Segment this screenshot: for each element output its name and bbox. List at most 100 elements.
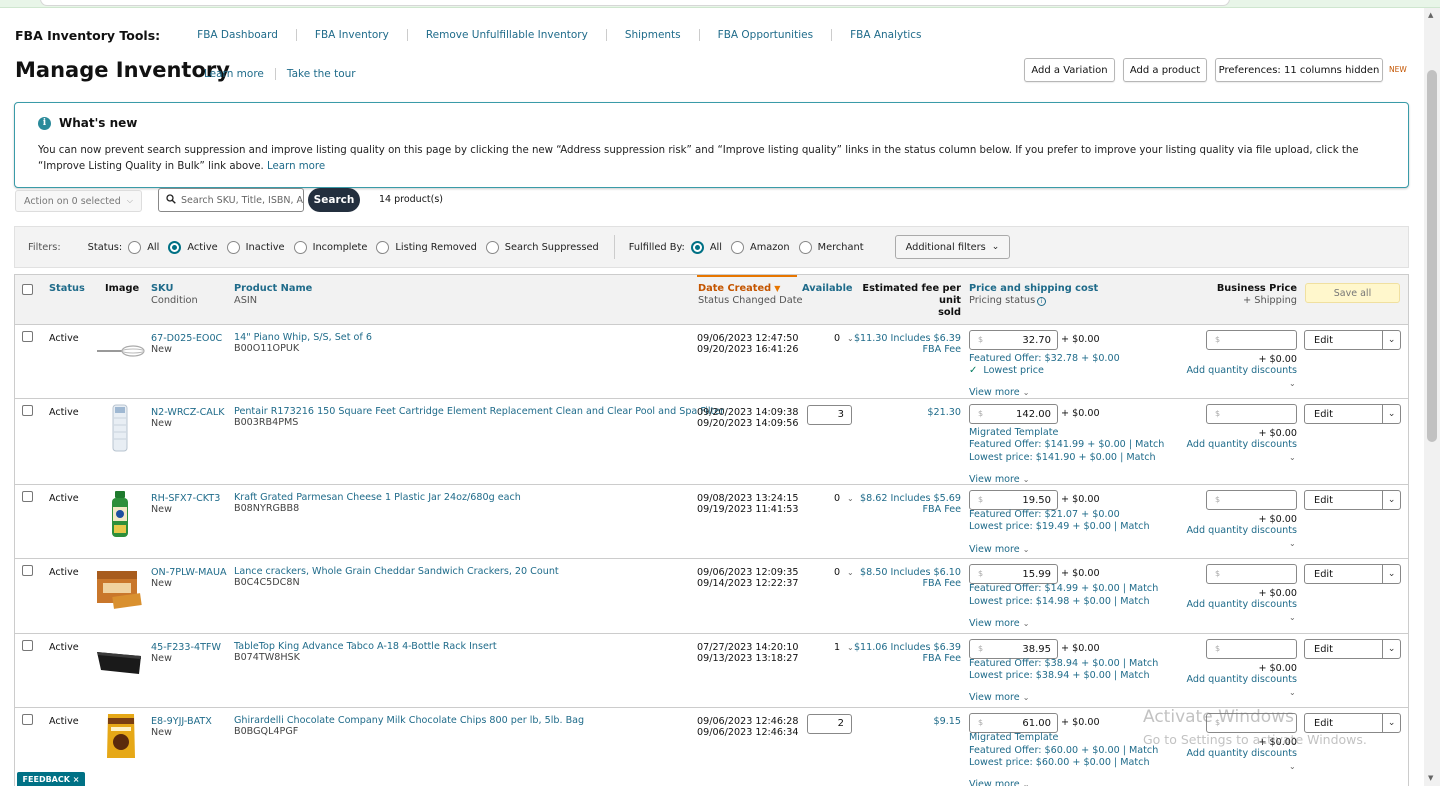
chevron-down-icon[interactable]: ⌄ bbox=[1289, 612, 1296, 623]
close-icon[interactable]: × bbox=[73, 775, 80, 784]
feedback-button[interactable]: FEEDBACK × bbox=[17, 772, 85, 786]
add-product-button[interactable]: Add a product bbox=[1123, 58, 1207, 82]
status-filter-incomplete[interactable]: Incomplete bbox=[293, 240, 367, 254]
row-checkbox[interactable] bbox=[22, 640, 33, 651]
header-product-name[interactable]: Product Name ASIN bbox=[234, 283, 312, 307]
row-product-name[interactable]: Lance crackers, Whole Grain Cheddar Sand… bbox=[234, 566, 559, 577]
business-price-input[interactable]: $ bbox=[1206, 490, 1297, 510]
product-image[interactable] bbox=[95, 565, 143, 611]
chevron-down-icon[interactable]: ⌄ bbox=[1382, 565, 1400, 583]
chevron-down-icon[interactable]: ⌄ bbox=[847, 567, 854, 578]
tool-fba-opportunities[interactable]: FBA Opportunities bbox=[698, 29, 831, 41]
product-image[interactable] bbox=[109, 489, 131, 539]
edit-button[interactable]: Edit ⌄ bbox=[1304, 404, 1401, 424]
row-sku[interactable]: 67-D025-EO0C bbox=[151, 333, 222, 344]
row-checkbox[interactable] bbox=[22, 331, 33, 342]
scroll-down-icon[interactable]: ▼ bbox=[1428, 774, 1433, 782]
chevron-down-icon[interactable]: ⌄ bbox=[1289, 761, 1296, 772]
take-tour-link[interactable]: Take the tour bbox=[287, 68, 356, 80]
add-quantity-discounts-link[interactable]: Add quantity discounts bbox=[1187, 599, 1298, 610]
quantity-input[interactable]: 2 bbox=[807, 714, 852, 734]
featured-offer[interactable]: Featured Offer: $14.99 + $0.00 | Match bbox=[969, 583, 1158, 594]
product-image[interactable] bbox=[109, 403, 131, 453]
business-price-input[interactable]: $ bbox=[1206, 564, 1297, 584]
search-input[interactable]: Search SKU, Title, ISBN, A bbox=[158, 188, 304, 212]
row-checkbox[interactable] bbox=[22, 565, 33, 576]
add-quantity-discounts-link[interactable]: Add quantity discounts bbox=[1187, 439, 1298, 450]
product-image[interactable] bbox=[105, 712, 137, 760]
header-available[interactable]: Available bbox=[802, 283, 853, 295]
learn-more-link[interactable]: Learn more bbox=[204, 68, 264, 80]
additional-filters-button[interactable]: Additional filters ⌄ bbox=[894, 235, 1011, 259]
chevron-down-icon[interactable]: ⌄ bbox=[847, 333, 854, 344]
business-price-input[interactable]: $ bbox=[1206, 404, 1297, 424]
row-sku[interactable]: ON-7PLW-MAUA bbox=[151, 567, 227, 578]
save-all-button[interactable]: Save all bbox=[1305, 283, 1400, 303]
chevron-down-icon[interactable]: ⌄ bbox=[1382, 331, 1400, 349]
view-more-link[interactable]: View more ⌄ bbox=[969, 779, 1029, 786]
status-filter-inactive[interactable]: Inactive bbox=[226, 240, 285, 254]
quantity-input[interactable]: 3 bbox=[807, 405, 852, 425]
chevron-down-icon[interactable]: ⌄ bbox=[1289, 378, 1296, 389]
add-quantity-discounts-link[interactable]: Add quantity discounts bbox=[1187, 748, 1298, 759]
view-more-link[interactable]: View more ⌄ bbox=[969, 544, 1029, 555]
vertical-scrollbar[interactable]: ▲ ▼ bbox=[1424, 8, 1440, 786]
scroll-up-icon[interactable]: ▲ bbox=[1428, 11, 1433, 19]
add-variation-button[interactable]: Add a Variation bbox=[1024, 58, 1115, 82]
row-sku[interactable]: 45-F233-4TFW bbox=[151, 642, 221, 653]
edit-button[interactable]: Edit ⌄ bbox=[1304, 564, 1401, 584]
chevron-down-icon[interactable]: ⌄ bbox=[1289, 687, 1296, 698]
add-quantity-discounts-link[interactable]: Add quantity discounts bbox=[1187, 674, 1298, 685]
chevron-down-icon[interactable]: ⌄ bbox=[1289, 452, 1296, 463]
lowest-price[interactable]: Lowest price: $14.98 + $0.00 | Match bbox=[969, 596, 1150, 607]
search-button[interactable]: Search bbox=[308, 188, 360, 212]
chevron-down-icon[interactable]: ⌄ bbox=[1382, 640, 1400, 658]
product-image[interactable] bbox=[95, 341, 145, 361]
price-input[interactable]: $19.50 bbox=[969, 490, 1058, 510]
business-price-input[interactable]: $ bbox=[1206, 713, 1297, 733]
featured-offer[interactable]: Featured Offer: $38.94 + $0.00 | Match bbox=[969, 658, 1158, 669]
status-filter-active[interactable]: Active bbox=[168, 240, 218, 254]
add-quantity-discounts-link[interactable]: Add quantity discounts bbox=[1187, 365, 1298, 376]
row-product-name[interactable]: TableTop King Advance Tabco A-18 4-Bottl… bbox=[234, 641, 497, 652]
row-product-name[interactable]: Ghirardelli Chocolate Company Milk Choco… bbox=[234, 715, 584, 726]
row-sku[interactable]: N2-WRCZ-CALK bbox=[151, 407, 225, 418]
row-checkbox[interactable] bbox=[22, 491, 33, 502]
business-price-input[interactable]: $ bbox=[1206, 330, 1297, 350]
row-sku[interactable]: E8-9YJJ-BATX bbox=[151, 716, 212, 727]
tool-fba-analytics[interactable]: FBA Analytics bbox=[831, 29, 939, 41]
select-all-checkbox[interactable] bbox=[22, 284, 33, 295]
tool-fba-dashboard[interactable]: FBA Dashboard bbox=[188, 29, 296, 41]
price-input[interactable]: $61.00 bbox=[969, 713, 1058, 733]
price-input[interactable]: $32.70 bbox=[969, 330, 1058, 350]
view-more-link[interactable]: View more ⌄ bbox=[969, 618, 1029, 629]
row-product-name[interactable]: Kraft Grated Parmesan Cheese 1 Plastic J… bbox=[234, 492, 521, 503]
edit-button[interactable]: Edit ⌄ bbox=[1304, 713, 1401, 733]
add-quantity-discounts-link[interactable]: Add quantity discounts bbox=[1187, 525, 1298, 536]
lowest-price[interactable]: Lowest price: $141.90 + $0.00 | Match bbox=[969, 452, 1156, 463]
bulk-action-select[interactable]: Action on 0 selected ⌵ bbox=[15, 190, 142, 212]
edit-button[interactable]: Edit ⌄ bbox=[1304, 490, 1401, 510]
view-more-link[interactable]: View more ⌄ bbox=[969, 474, 1029, 485]
fulfilled-filter-all[interactable]: All bbox=[690, 240, 722, 254]
header-sku[interactable]: SKU Condition bbox=[151, 283, 198, 307]
price-input[interactable]: $38.95 bbox=[969, 639, 1058, 659]
edit-button[interactable]: Edit ⌄ bbox=[1304, 639, 1401, 659]
status-filter-search-suppressed[interactable]: Search Suppressed bbox=[485, 240, 599, 254]
edit-button[interactable]: Edit ⌄ bbox=[1304, 330, 1401, 350]
view-more-link[interactable]: View more ⌄ bbox=[969, 387, 1029, 398]
lowest-price[interactable]: Lowest price: $38.94 + $0.00 | Match bbox=[969, 670, 1150, 681]
status-filter-listing-removed[interactable]: Listing Removed bbox=[376, 240, 477, 254]
row-sku[interactable]: RH-SFX7-CKT3 bbox=[151, 493, 220, 504]
header-price[interactable]: Price and shipping cost Pricing status i bbox=[969, 283, 1098, 307]
chevron-down-icon[interactable]: ⌄ bbox=[1382, 405, 1400, 423]
tool-remove-unfulfillable[interactable]: Remove Unfulfillable Inventory bbox=[406, 29, 606, 41]
preferences-button[interactable]: Preferences: 11 columns hidden bbox=[1215, 58, 1383, 82]
header-status[interactable]: Status bbox=[49, 283, 85, 295]
lowest-price[interactable]: Lowest price: $60.00 + $0.00 | Match bbox=[969, 757, 1150, 768]
fulfilled-filter-merchant[interactable]: Merchant bbox=[798, 240, 864, 254]
row-product-name[interactable]: 14" Piano Whip, S/S, Set of 6 bbox=[234, 332, 372, 343]
featured-offer[interactable]: Featured Offer: $141.99 + $0.00 | Match bbox=[969, 439, 1164, 450]
tool-fba-inventory[interactable]: FBA Inventory bbox=[295, 29, 407, 41]
view-more-link[interactable]: View more ⌄ bbox=[969, 692, 1029, 703]
